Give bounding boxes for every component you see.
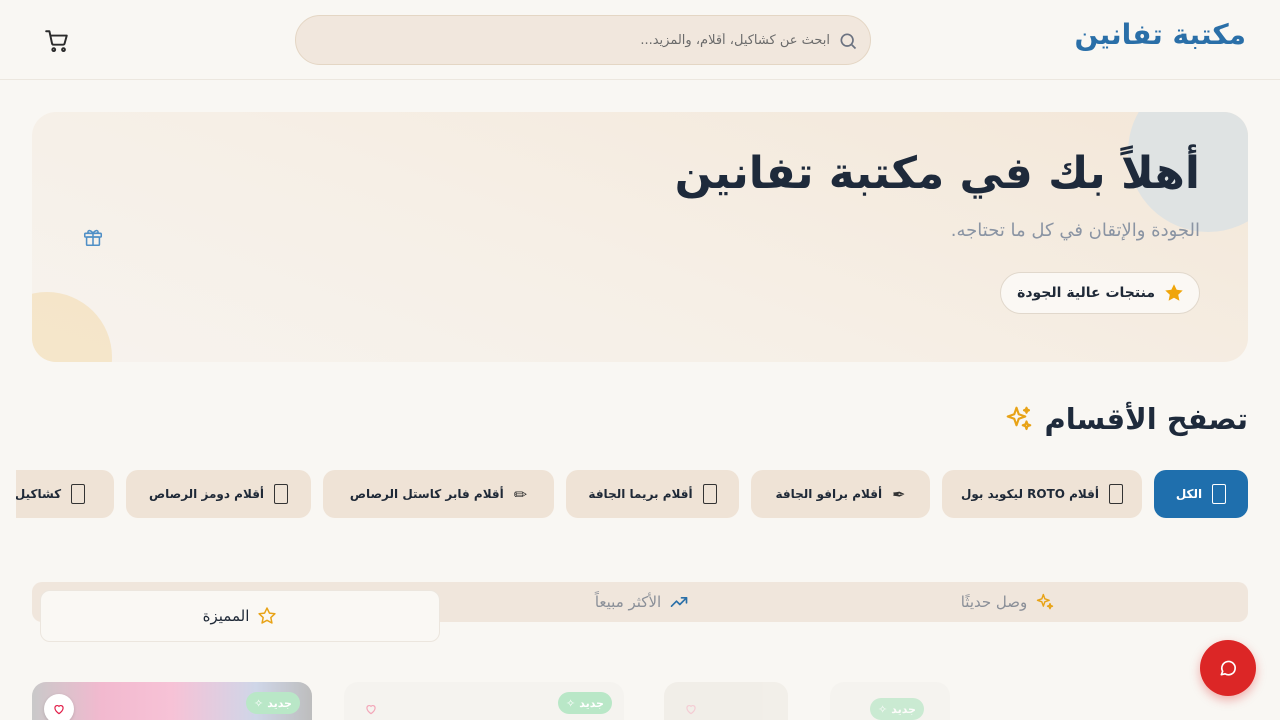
new-badge-label: جديد (267, 696, 292, 710)
gift-icon (83, 229, 103, 247)
heart-icon (54, 705, 64, 715)
category-label: أقلام دومز الرصاص (148, 487, 265, 501)
fountain-pen-icon: ✒ (892, 484, 906, 504)
search-bar[interactable] (295, 15, 871, 65)
category-bravo[interactable]: ✒ أقلام برافو الجافة (751, 470, 930, 518)
box-icon (702, 484, 717, 504)
category-label: الكل (1175, 487, 1203, 501)
new-badge: جديد ✧ (246, 692, 300, 714)
trending-up-icon (670, 597, 688, 607)
tab-label: وصل حديثًا (960, 593, 1028, 611)
search-icon (840, 33, 857, 50)
hero-banner: أهلاً بك في مكتبة تفانين الجودة والإتقان… (32, 112, 1248, 362)
new-badge-label: جديد (891, 702, 916, 716)
hero-title: أهلاً بك في مكتبة تفانين (674, 148, 1200, 199)
tab-best-selling[interactable]: الأكثر مبيعاً (572, 582, 712, 622)
product-card[interactable]: جديد ✧ (830, 682, 950, 720)
site-header: مكتبة تفانين (0, 0, 1280, 80)
chat-button[interactable] (1200, 640, 1256, 696)
category-all[interactable]: الكل (1154, 470, 1248, 518)
category-label: كشاكيل (16, 487, 62, 501)
sparkles-icon (1007, 406, 1032, 431)
category-notebooks[interactable]: كشاكيل (16, 470, 114, 518)
pencil-icon: ✏ (513, 484, 528, 504)
product-card[interactable] (664, 682, 788, 720)
star-icon (1165, 284, 1183, 301)
tab-label: المميزة (202, 607, 250, 625)
category-label: أقلام ROTO ليكويد بول (960, 487, 1100, 501)
product-card[interactable]: جديد ✧ (344, 682, 624, 720)
categories-heading: تصفح الأقسام (1004, 402, 1248, 436)
heart-icon (686, 705, 696, 715)
categories-title: تصفح الأقسام (1044, 402, 1248, 436)
quality-badge-label: منتجات عالية الجودة (1017, 285, 1155, 301)
box-icon (1109, 484, 1124, 504)
hero-subtitle: الجودة والإتقان في كل ما تحتاجه. (950, 220, 1200, 241)
category-faber-castell[interactable]: ✏ أقلام فابر كاستل الرصاص (323, 470, 554, 518)
search-input[interactable] (330, 16, 830, 64)
chat-icon (1220, 660, 1236, 676)
site-logo[interactable]: مكتبة تفانين (1074, 18, 1246, 51)
category-list: الكل أقلام ROTO ليكويد بول ✒ أقلام برافو… (16, 470, 1248, 520)
category-roto[interactable]: أقلام ROTO ليكويد بول (942, 470, 1142, 518)
favorite-button[interactable] (676, 694, 706, 720)
category-prima[interactable]: أقلام بريما الجافة (566, 470, 739, 518)
quality-badge: منتجات عالية الجودة (1000, 272, 1200, 314)
decorative-circle (32, 292, 112, 362)
box-icon (274, 484, 289, 504)
tab-featured[interactable]: المميزة (40, 590, 440, 642)
sparkle-icon: ✧ (254, 696, 264, 710)
cart-icon[interactable] (44, 28, 70, 54)
category-label: أقلام بريما الجافة (588, 487, 693, 501)
new-badge: جديد ✧ (870, 698, 924, 720)
tab-new-arrivals[interactable]: وصل حديثًا (908, 582, 1108, 622)
new-badge: جديد ✧ (558, 692, 612, 714)
product-card[interactable]: جديد ✧ (32, 682, 312, 720)
heart-icon (366, 705, 376, 715)
box-icon (71, 484, 86, 504)
sparkles-icon (1037, 593, 1054, 610)
star-outline-icon (258, 607, 277, 624)
category-doms[interactable]: أقلام دومز الرصاص (126, 470, 311, 518)
sparkle-icon: ✧ (566, 696, 576, 710)
favorite-button[interactable] (356, 694, 386, 720)
category-label: أقلام فابر كاستل الرصاص (349, 487, 504, 501)
favorite-button[interactable] (44, 694, 74, 720)
category-label: أقلام برافو الجافة (775, 487, 883, 501)
tab-label: الأكثر مبيعاً (594, 593, 662, 611)
box-icon (1212, 484, 1227, 504)
sparkle-icon: ✧ (878, 702, 888, 716)
new-badge-label: جديد (579, 696, 604, 710)
